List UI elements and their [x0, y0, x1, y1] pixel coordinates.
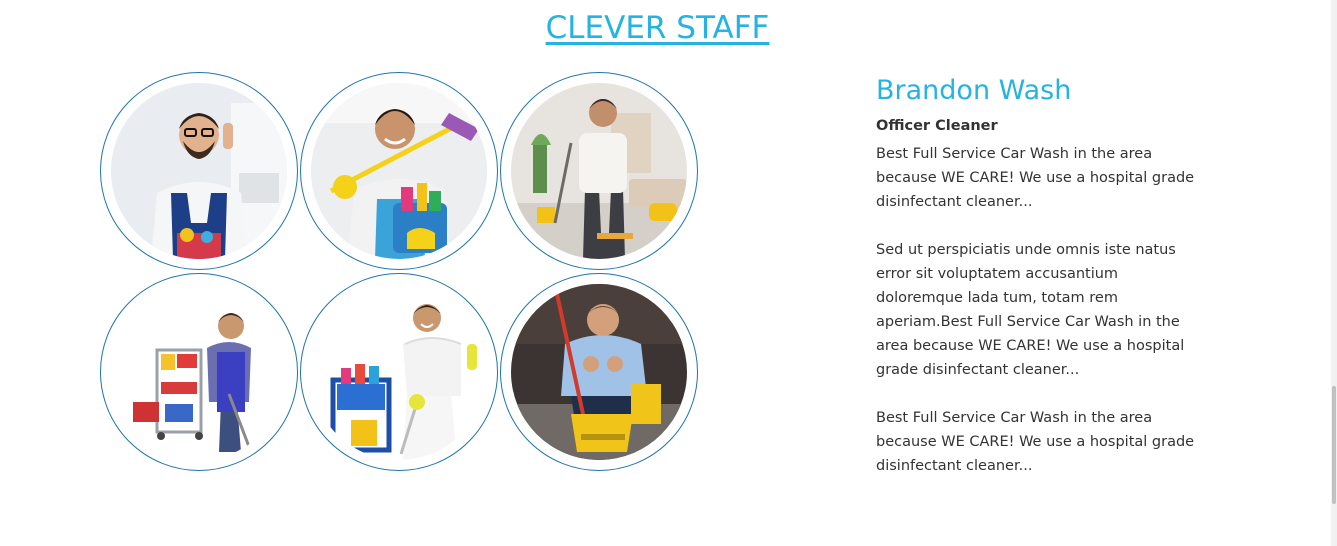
cleaner-with-bucket-photo [311, 83, 487, 259]
staff-member-6[interactable] [500, 273, 698, 471]
cleaner-with-trolley-photo [311, 284, 487, 460]
staff-member-5[interactable] [300, 273, 498, 471]
staff-member-4[interactable] [100, 273, 298, 471]
staff-name: Brandon Wash [876, 75, 1072, 106]
page: CLEVER STAFF Brandon Wash Officer Cleane… [0, 0, 1337, 546]
page-scrollbar[interactable] [1331, 0, 1337, 546]
staff-grid [100, 72, 700, 474]
staff-description-1: Best Full Service Car Wash in the area b… [876, 146, 1195, 210]
scrollbar-thumb[interactable] [1332, 386, 1336, 504]
section-title[interactable]: CLEVER STAFF [0, 10, 1315, 46]
cleaner-with-glasses-photo [111, 83, 287, 259]
staff-detail-panel: Brandon Wash Officer Cleaner Best Full S… [876, 72, 1206, 478]
cleaner-with-cart-photo [111, 284, 287, 460]
cleaner-mopping-livingroom-photo [511, 83, 687, 259]
staff-member-1[interactable] [100, 72, 298, 270]
staff-member-2[interactable] [300, 72, 498, 270]
staff-role: Officer Cleaner [876, 118, 998, 134]
staff-description-2: Sed ut perspiciatis unde omnis iste natu… [876, 242, 1185, 378]
staff-description-3: Best Full Service Car Wash in the area b… [876, 410, 1195, 474]
staff-member-3[interactable] [500, 72, 698, 270]
cleaner-with-mop-bucket-photo [511, 284, 687, 460]
